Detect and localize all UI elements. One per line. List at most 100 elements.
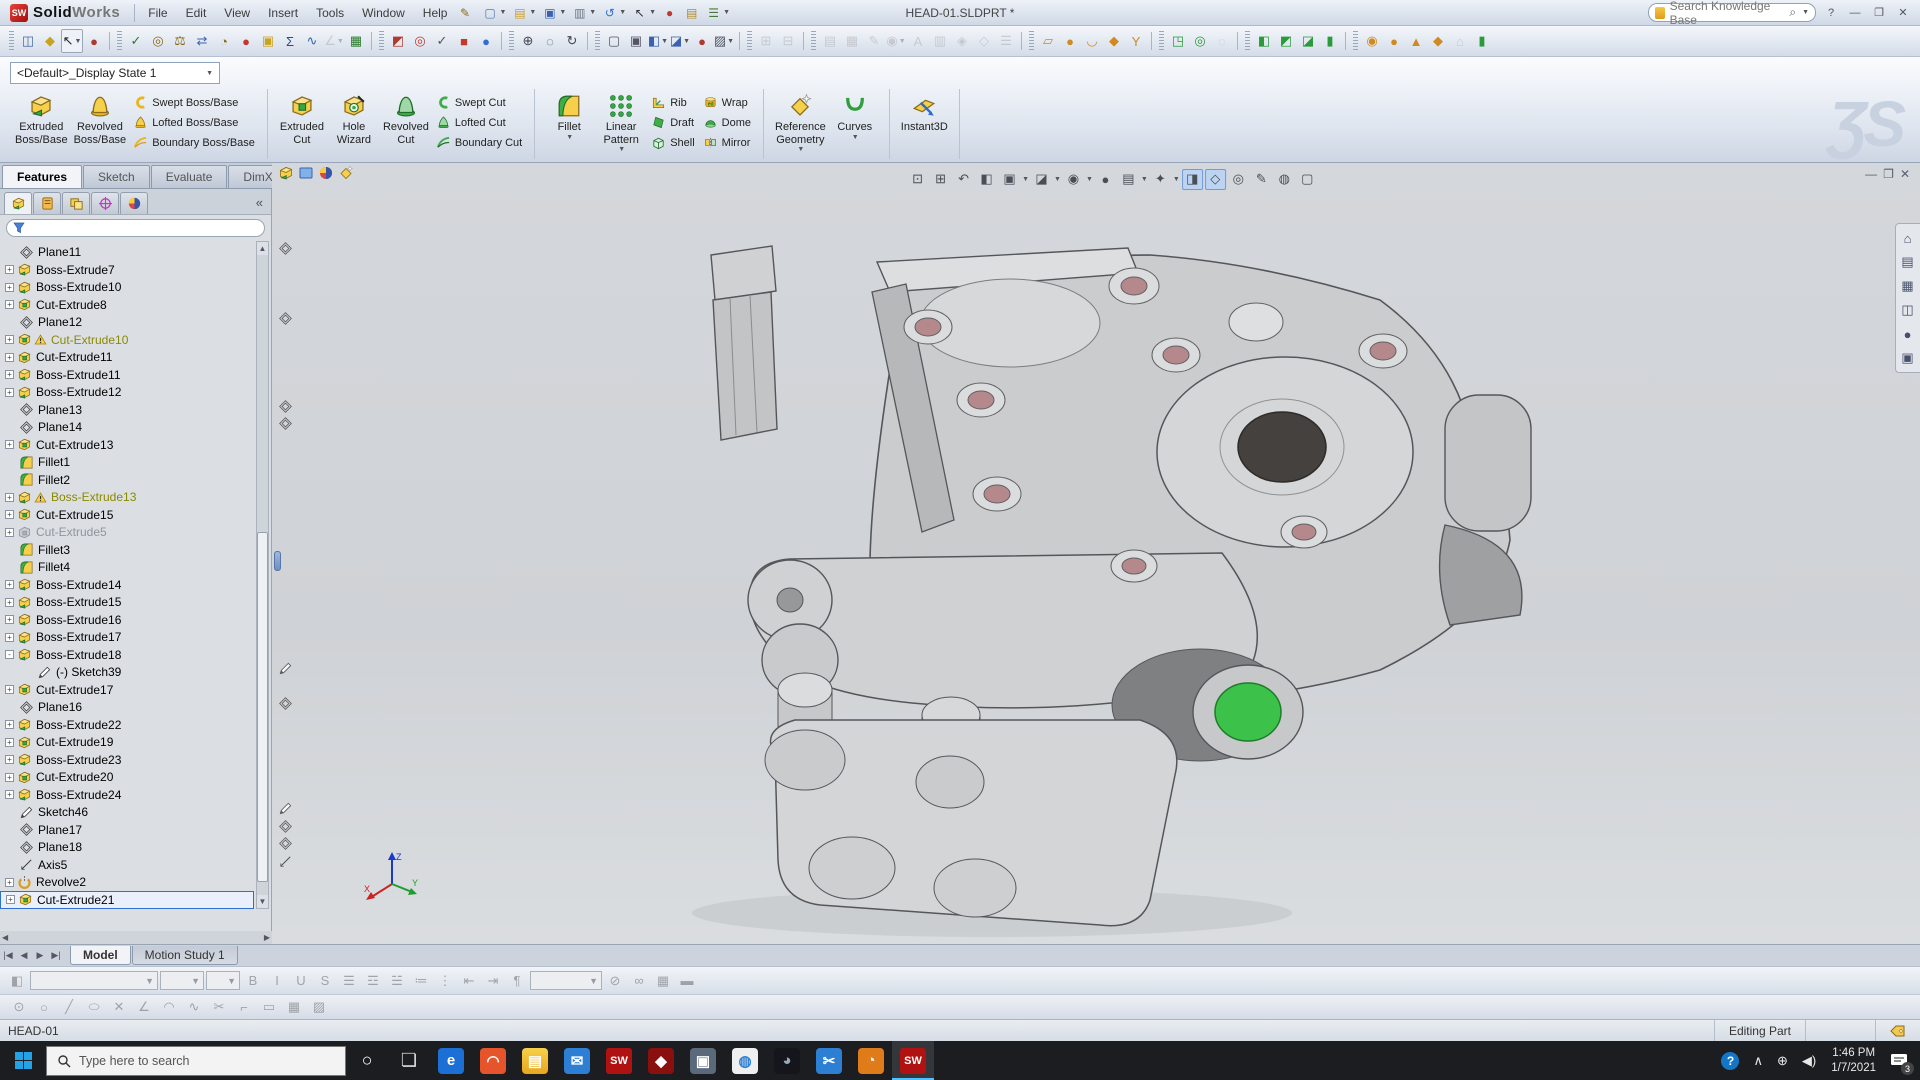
compare-icon[interactable]: ■: [453, 29, 475, 53]
tree-item-cutextrude15[interactable]: +Cut-Extrude15: [0, 506, 254, 524]
tree-item-plane12[interactable]: Plane12: [0, 313, 254, 331]
collapse-icon[interactable]: -: [5, 650, 14, 659]
sketch-tools-icon[interactable]: ◆: [39, 29, 61, 53]
tree-item-bossextrude24[interactable]: +Boss-Extrude24: [0, 786, 254, 804]
mold-core-icon[interactable]: ◧: [1253, 29, 1275, 53]
expand-icon[interactable]: +: [5, 440, 14, 449]
chrome-icon[interactable]: ◍: [724, 1041, 766, 1080]
tree-filter-input[interactable]: [6, 219, 265, 237]
display-style-icon[interactable]: ◪: [1031, 169, 1052, 190]
feature-manager-tab[interactable]: [4, 192, 32, 214]
tree-item-fillet4[interactable]: Fillet4: [0, 558, 254, 576]
tree-item-bossextrude12[interactable]: +Boss-Extrude12: [0, 383, 254, 401]
custom-properties-icon[interactable]: ▣: [1896, 346, 1919, 370]
restore-button[interactable]: ❐: [1870, 5, 1888, 21]
chevron-up-icon[interactable]: ∧: [1746, 1041, 1770, 1080]
tree-item-bossextrude11[interactable]: +Boss-Extrude11: [0, 366, 254, 384]
expand-icon[interactable]: +: [5, 265, 14, 274]
dimxpert-manager-tab[interactable]: [91, 192, 119, 214]
appearances-scenes-icon[interactable]: ●: [1896, 322, 1919, 346]
hidden-lines-icon[interactable]: ▣: [625, 29, 647, 53]
realview-graphics-icon[interactable]: ◩: [387, 29, 409, 53]
expand-icon[interactable]: +: [5, 335, 14, 344]
tree-item-bossextrude18[interactable]: -Boss-Extrude18: [0, 646, 254, 664]
doc-close-button[interactable]: ✕: [1900, 167, 1910, 181]
panel-collapse-button[interactable]: «: [256, 195, 271, 214]
prev-tab-button[interactable]: ◀: [16, 950, 32, 961]
traffic-light-icon[interactable]: ●: [235, 29, 257, 53]
select-cursor-icon[interactable]: ↖▼: [629, 2, 658, 24]
property-manager-tab[interactable]: [33, 192, 61, 214]
instant3d-button[interactable]: Instant3D: [898, 91, 951, 136]
lofted-cut-button[interactable]: Lofted Cut: [432, 113, 526, 132]
3d-part-head-01[interactable]: [272, 163, 1920, 944]
tree-item-cutextrude13[interactable]: +Cut-Extrude13: [0, 436, 254, 454]
print-icon[interactable]: ▥▼: [569, 2, 598, 24]
tree-item-bossextrude7[interactable]: +Boss-Extrude7: [0, 261, 254, 279]
chevron-down-icon[interactable]: ▼: [589, 9, 596, 16]
expand-icon[interactable]: +: [5, 633, 14, 642]
chevron-down-icon[interactable]: ▼: [1173, 176, 1180, 183]
linear-pattern-button[interactable]: Linear Pattern▼: [595, 91, 647, 155]
chevron-down-icon[interactable]: ▼: [797, 146, 804, 153]
mass-properties-icon[interactable]: ⚖: [169, 29, 191, 53]
hide-show-items-icon[interactable]: ◉: [1063, 169, 1084, 190]
configuration-manager-tab[interactable]: [62, 192, 90, 214]
sheet-metal-base-icon[interactable]: ●: [1059, 29, 1081, 53]
display-manager-tab[interactable]: [120, 192, 148, 214]
wireframe-icon[interactable]: ▢: [603, 29, 625, 53]
scroll-right-arrow[interactable]: ▶: [264, 933, 270, 942]
taskbar-clock[interactable]: 1:46 PM 1/7/2021: [1823, 1046, 1884, 1075]
expand-icon[interactable]: +: [5, 720, 14, 729]
model-tab-model[interactable]: Model: [70, 946, 131, 965]
sheet-metal-rip-icon[interactable]: Y: [1125, 29, 1147, 53]
tree-item-cutextrude19[interactable]: +Cut-Extrude19: [0, 733, 254, 751]
revolved-cut-button[interactable]: Revolved Cut: [380, 91, 432, 148]
fillet-button[interactable]: Fillet▼: [543, 91, 595, 143]
scene-icon[interactable]: ▨▼: [713, 29, 735, 53]
tree-item-fillet1[interactable]: Fillet1: [0, 453, 254, 471]
open-file-icon[interactable]: ▤▼: [509, 2, 538, 24]
tree-item-bossextrude23[interactable]: +Boss-Extrude23: [0, 751, 254, 769]
doc-minimize-button[interactable]: —: [1865, 167, 1877, 181]
extruded-boss-base-button[interactable]: Extruded Boss/Base: [12, 91, 71, 148]
expand-icon[interactable]: +: [5, 580, 14, 589]
start-button[interactable]: [0, 1041, 46, 1080]
tree-item-cutextrude11[interactable]: +Cut-Extrude11: [0, 348, 254, 366]
options-icon[interactable]: ☰▼: [703, 2, 732, 24]
rotate-view-icon[interactable]: ↻: [561, 29, 583, 53]
scrollbar-thumb[interactable]: [257, 532, 268, 882]
tree-item-bossextrude17[interactable]: +Boss-Extrude17: [0, 628, 254, 646]
chevron-down-icon[interactable]: ▼: [727, 38, 734, 45]
perspective-icon[interactable]: ◇: [1205, 169, 1226, 190]
tree-item-plane16[interactable]: Plane16: [0, 698, 254, 716]
network-globe-icon[interactable]: ⊕: [1770, 1041, 1795, 1080]
tree-item-bossextrude15[interactable]: +Boss-Extrude15: [0, 593, 254, 611]
tree-item-revolve2[interactable]: +Revolve2: [0, 873, 254, 891]
shadows-icon[interactable]: ◨: [1182, 169, 1203, 190]
design-table-icon[interactable]: ▦: [345, 29, 367, 53]
design-library-icon[interactable]: ▤: [1896, 250, 1919, 274]
menu-file[interactable]: File: [139, 0, 176, 25]
chevron-down-icon[interactable]: ▼: [723, 9, 730, 16]
hole-wizard-button[interactable]: Hole Wizard: [328, 91, 380, 148]
photos-icon[interactable]: ▣: [682, 1041, 724, 1080]
tree-item-plane17[interactable]: Plane17: [0, 821, 254, 839]
menu-view[interactable]: View: [215, 0, 259, 25]
cortana-icon[interactable]: ○: [346, 1041, 388, 1080]
tree-item-plane18[interactable]: Plane18: [0, 838, 254, 856]
tree-item-cutextrude21[interactable]: +Cut-Extrude21: [0, 891, 254, 909]
menu-edit[interactable]: Edit: [177, 0, 216, 25]
expand-icon[interactable]: +: [5, 493, 14, 502]
tree-item-cutextrude5[interactable]: +Cut-Extrude5: [0, 523, 254, 541]
tree-scrollbar[interactable]: ▲ ▼: [256, 241, 269, 909]
minimize-button[interactable]: —: [1846, 5, 1864, 21]
sphere-app-icon[interactable]: ◕: [766, 1041, 808, 1080]
mold-tooling-icon[interactable]: ▮: [1319, 29, 1341, 53]
spell-check-icon[interactable]: ✓: [125, 29, 147, 53]
chevron-down-icon[interactable]: ▼: [661, 38, 668, 45]
graphics-viewport[interactable]: ⊡⊞↶◧▣▼◪▼◉▼●▤▼✦▼◨◇◎✎◍▢ — ❐ ✕ ⌂▤▦◫●▣ Z X Y: [272, 163, 1920, 944]
tree-item-cutextrude8[interactable]: +Cut-Extrude8: [0, 296, 254, 314]
simulation-icon[interactable]: ◎: [409, 29, 431, 53]
rebuild-traffic-light-icon[interactable]: ●: [659, 2, 680, 24]
